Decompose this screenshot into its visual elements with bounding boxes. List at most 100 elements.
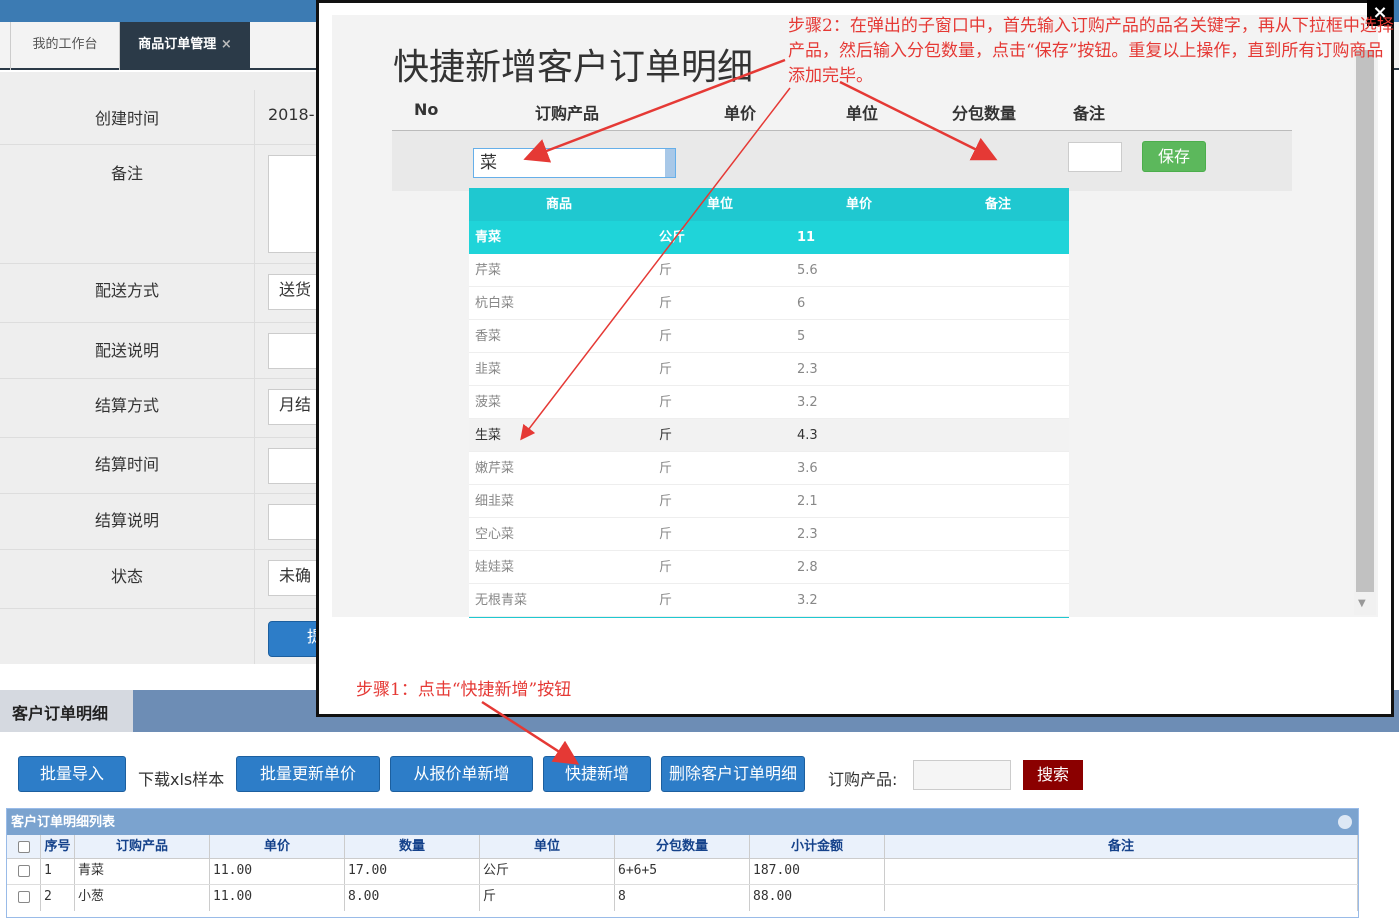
dropdown-option[interactable]: 香菜 斤 5 [469, 320, 1069, 353]
dropdown-option[interactable]: 空心菜 斤 2.3 [469, 518, 1069, 551]
row-checkbox[interactable] [7, 859, 41, 884]
cell: 1 [41, 859, 75, 884]
col-header: 备注 [885, 835, 1358, 858]
col-header: 单位 [480, 835, 615, 858]
cell: 17.00 [345, 859, 480, 884]
popup-col-header: 单位 [846, 104, 879, 123]
tab-order-management[interactable]: 商品订单管理 × [120, 22, 250, 70]
dropdown-option[interactable]: 杭白菜 斤 6 [469, 287, 1069, 320]
dropdown-cell: 韭菜 [475, 362, 502, 377]
dropdown-cell: 细韭菜 [475, 494, 515, 509]
dropdown-cell: 2.3 [797, 362, 818, 377]
col-header: 数量 [345, 835, 480, 858]
dropdown-cell: 斤 [659, 527, 673, 542]
download-sample-link[interactable]: 下载xls样本 [138, 766, 224, 790]
table-row[interactable]: 2 小葱 11.00 8.00 斤 8 88.00 [7, 885, 1358, 911]
popup-title: 快捷新增客户订单明细 [393, 47, 754, 88]
cell [885, 859, 1358, 884]
popup-scrollbar-thumb[interactable] [1356, 50, 1374, 592]
dropdown-option[interactable]: 无根青菜 斤 3.2 [469, 584, 1069, 617]
form-label: 结算时间 [0, 438, 255, 493]
select-all-checkbox[interactable] [7, 835, 41, 858]
dropdown-option[interactable]: 娃娃菜 斤 2.8 [469, 551, 1069, 584]
cell: 88.00 [750, 885, 885, 911]
dropdown-option[interactable]: 青菜 公斤 11 [469, 221, 1069, 254]
cell: 公斤 [480, 859, 615, 884]
cell: 斤 [480, 885, 615, 911]
tab-workbench[interactable]: 我的工作台 [10, 22, 120, 70]
dropdown-cell: 5.6 [797, 263, 818, 278]
tab-close-icon[interactable]: × [221, 37, 232, 52]
product-keyword-input[interactable]: 菜 [473, 148, 676, 178]
dropdown-option[interactable]: 芹菜 斤 5.6 [469, 254, 1069, 287]
form-label-empty [0, 609, 255, 664]
dropdown-cell: 生菜 [475, 428, 502, 443]
form-label: 配送方式 [0, 264, 255, 322]
dropdown-option[interactable]: 细韭菜 斤 2.1 [469, 485, 1069, 518]
dropdown-cell: 菠菜 [475, 395, 502, 410]
delete-detail-button[interactable]: 删除客户订单明细 [661, 756, 805, 792]
popup-col-header: 备注 [1073, 104, 1106, 123]
col-header: 序号 [41, 835, 75, 858]
form-row-settlement: 结算方式 月结 [0, 379, 328, 438]
form-label: 配送说明 [0, 323, 255, 378]
form-row-status: 状态 未确 [0, 550, 328, 609]
dropdown-cell: 斤 [659, 329, 673, 344]
batch-import-button[interactable]: 批量导入 [18, 756, 126, 792]
product-search-input[interactable] [913, 760, 1011, 790]
scroll-down-icon[interactable]: ▼ [1358, 598, 1366, 609]
collapse-icon[interactable] [1338, 815, 1352, 829]
col-header: 订购产品 [75, 835, 210, 858]
grid-title-bar: 客户订单明细列表 [7, 809, 1358, 835]
dropdown-option[interactable]: 菠菜 斤 3.2 [469, 386, 1069, 419]
dropdown-cell: 6 [797, 296, 806, 311]
cell: 187.00 [750, 859, 885, 884]
form-label: 创建时间 [0, 90, 255, 144]
col-header: 小计金额 [750, 835, 885, 858]
checkbox-icon [17, 841, 30, 853]
dropdown-col-header: 商品 [546, 197, 573, 212]
checkbox-icon [17, 891, 30, 903]
save-button[interactable]: 保存 [1142, 141, 1206, 172]
dropdown-cell: 嫩芹菜 [475, 461, 515, 476]
dropdown-cell: 斤 [659, 395, 673, 410]
dropdown-cell: 无根青菜 [475, 593, 528, 608]
row-checkbox[interactable] [7, 885, 41, 911]
order-form: 创建时间 2018- 备注 配送方式 送货 配送说明 结算方式 月结 结算时间 结算说… [0, 72, 328, 664]
dropdown-cell: 11 [797, 230, 816, 245]
product-dropdown: 商品 单位 单价 备注 青菜 公斤 11 芹菜斤 5.6 杭白菜斤 6 香菜斤 5 韭菜斤 2.3 菠… [469, 188, 1069, 618]
form-row-delivery-note: 配送说明 [0, 323, 328, 379]
cell: 2 [41, 885, 75, 911]
popup-col-header: 订购产品 [535, 104, 600, 123]
dropdown-cell: 青菜 [475, 230, 502, 245]
table-row[interactable]: 1 青菜 11.00 17.00 公斤 6+6+5 187.00 [7, 859, 1358, 885]
dropdown-cell: 芹菜 [475, 263, 502, 278]
batch-update-price-button[interactable]: 批量更新单价 [236, 756, 380, 792]
dropdown-option[interactable]: 韭菜 斤 2.3 [469, 353, 1069, 386]
dropdown-cell: 3.2 [797, 593, 818, 608]
detail-section-title: 客户订单明细 [0, 690, 133, 732]
cell: 11.00 [210, 885, 345, 911]
form-label: 结算方式 [0, 379, 255, 437]
cell: 6+6+5 [615, 859, 750, 884]
dropdown-cell: 娃娃菜 [475, 560, 515, 575]
package-qty-input[interactable] [1068, 142, 1122, 172]
form-label: 结算说明 [0, 494, 255, 549]
col-header: 单价 [210, 835, 345, 858]
dropdown-cell: 斤 [659, 560, 673, 575]
tab-order-label: 商品订单管理 [138, 37, 217, 52]
dropdown-header: 商品 单位 单价 备注 [469, 188, 1069, 221]
add-from-quote-button[interactable]: 从报价单新增 [390, 756, 533, 792]
form-row-actions: 提 [0, 609, 328, 664]
cell: 11.00 [210, 859, 345, 884]
dropdown-cell: 2.3 [797, 527, 818, 542]
popup-col-header: 分包数量 [952, 104, 1017, 123]
col-header: 分包数量 [615, 835, 750, 858]
quick-add-button[interactable]: 快捷新增 [543, 756, 651, 792]
form-row-settlement-note: 结算说明 [0, 494, 328, 550]
cell: 青菜 [75, 859, 210, 884]
dropdown-cell: 斤 [659, 428, 673, 443]
dropdown-option[interactable]: 嫩芹菜 斤 3.6 [469, 452, 1069, 485]
dropdown-option[interactable]: 生菜 斤 4.3 [469, 419, 1069, 452]
search-button[interactable]: 搜索 [1023, 760, 1083, 790]
